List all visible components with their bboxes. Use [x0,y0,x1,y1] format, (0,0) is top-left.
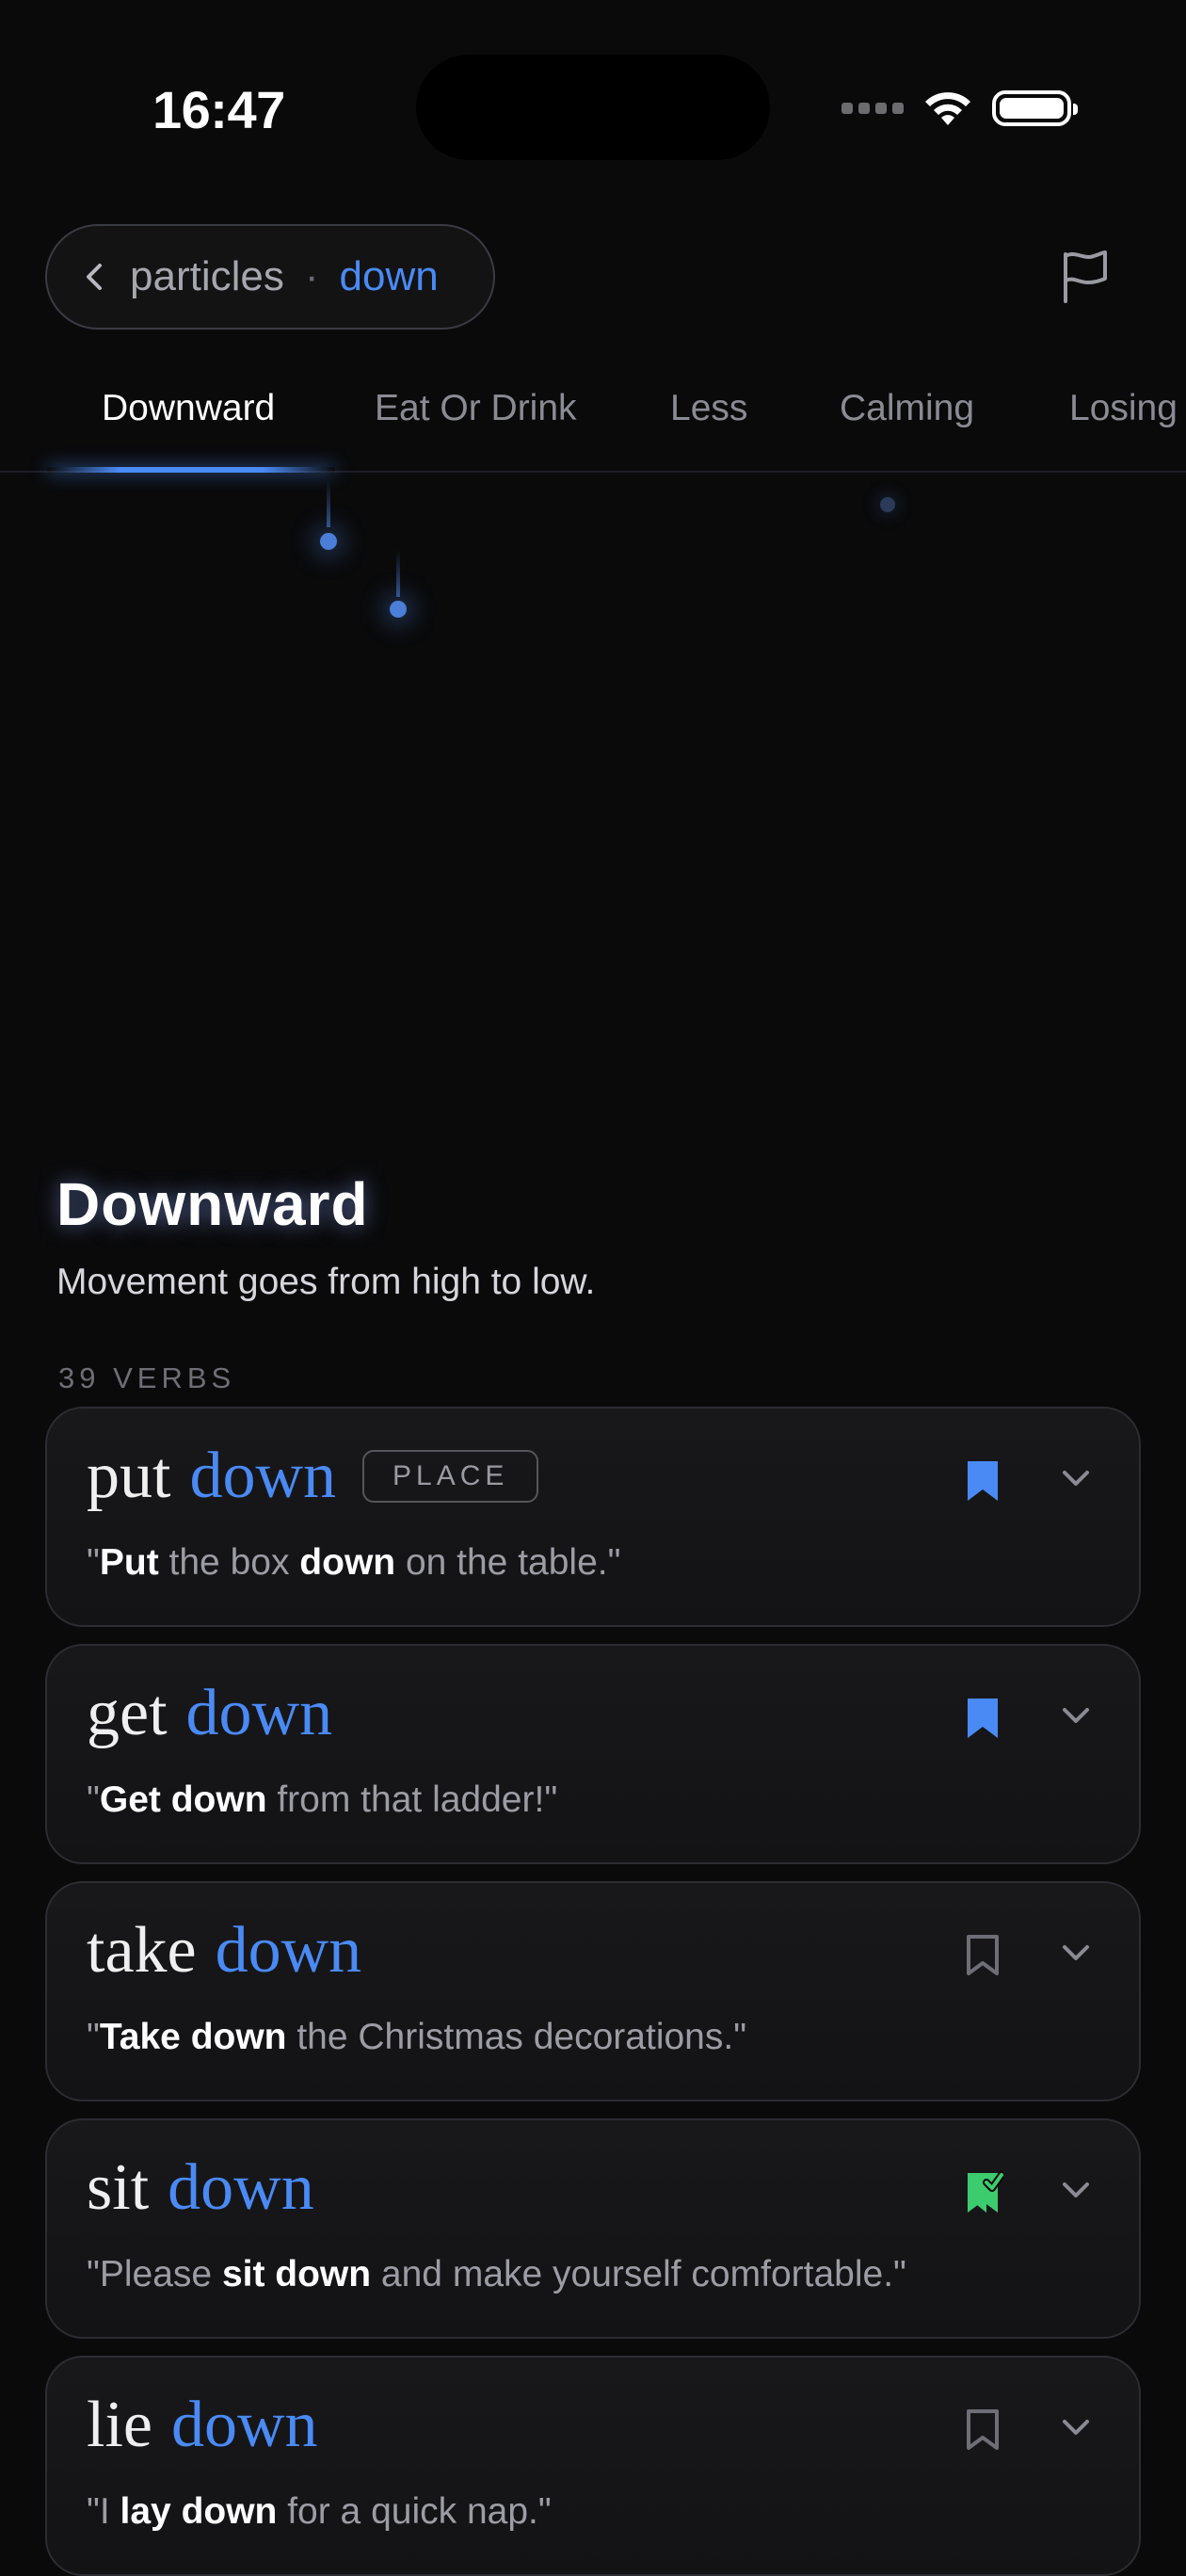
verb-title: sit down [87,2150,314,2226]
category-tabs: Downward Eat Or Drink Less Calming Losin… [0,380,1186,471]
verb-particle: down [185,1677,333,1749]
falling-dot-trail [327,480,330,527]
wifi-icon [925,92,970,125]
falling-dot [880,497,895,512]
verb-particle: down [189,1440,337,1512]
breadcrumb-back-button[interactable]: particles · down [45,224,495,330]
section-description: Movement goes from high to low. [56,1262,596,1302]
verb-word: sit [87,2151,150,2224]
flag-icon[interactable] [1054,247,1114,307]
verb-card[interactable]: sit down "Please sit down and make yours… [45,2118,1141,2339]
example-sentence: "I lay down for a quick nap." [87,2491,552,2532]
example-sentence: "Take down the Christmas decorations." [87,2017,747,2057]
chevron-down-icon[interactable] [1060,1467,1092,1489]
meaning-tag: PLACE [362,1450,539,1503]
verb-particle: down [215,1914,362,1987]
breadcrumb-current: down [339,253,439,299]
active-tab-indicator [47,467,335,473]
battery-icon [992,90,1078,126]
verb-title: get down [87,1676,332,1751]
falling-dot [390,601,407,618]
verb-card[interactable]: get down "Get down from that ladder!" [45,1644,1141,1864]
verb-card[interactable]: put down PLACE "Put the box down on the … [45,1407,1141,1627]
section-title: Downward [56,1170,369,1238]
status-time: 16:47 [152,80,285,139]
verb-word: take [87,1914,197,1987]
tab-calming[interactable]: Calming [840,388,974,429]
tab-losing[interactable]: Losing [1069,388,1178,429]
chevron-down-icon[interactable] [1060,2416,1092,2439]
verb-card[interactable]: lie down "I lay down for a quick nap." [45,2356,1141,2576]
chevron-down-icon[interactable] [1060,2179,1092,2201]
verb-count: 39 VERBS [58,1361,236,1394]
breadcrumb-separator: · [304,253,319,299]
verb-card[interactable]: take down "Take down the Christmas decor… [45,1881,1141,2101]
bookmark-filled-icon[interactable] [962,1457,1003,1505]
bookmark-outline-icon[interactable] [962,1932,1003,1979]
verb-title: take down [87,1913,361,1988]
verb-title: put down PLACE [87,1439,539,1514]
breadcrumb-parent: particles [130,253,284,299]
falling-dot [320,533,337,550]
chevron-left-icon [85,263,109,291]
chevron-down-icon[interactable] [1060,1941,1092,1964]
verb-word: get [87,1677,168,1749]
verb-particle: down [168,2151,314,2224]
falling-dot-trail [396,550,400,597]
example-sentence: "Get down from that ladder!" [87,1779,558,1820]
verb-word: lie [87,2389,152,2461]
status-icons [841,85,1078,132]
tab-downward[interactable]: Downward [102,388,275,429]
verb-word: put [87,1440,171,1512]
verb-title: lie down [87,2388,318,2463]
tab-less[interactable]: Less [670,388,747,429]
cellular-signal-icon [841,103,904,114]
dynamic-island [416,55,770,160]
example-sentence: "Please sit down and make yourself comfo… [87,2254,906,2294]
chevron-down-icon[interactable] [1060,1704,1092,1727]
bookmark-filled-icon[interactable] [962,1695,1003,1742]
bookmark-outline-icon[interactable] [962,2407,1003,2454]
example-sentence: "Put the box down on the table." [87,1542,621,1583]
bookmark-check-icon[interactable] [962,2169,1003,2216]
verb-particle: down [170,2389,318,2461]
tab-eat-or-drink[interactable]: Eat Or Drink [375,388,577,429]
